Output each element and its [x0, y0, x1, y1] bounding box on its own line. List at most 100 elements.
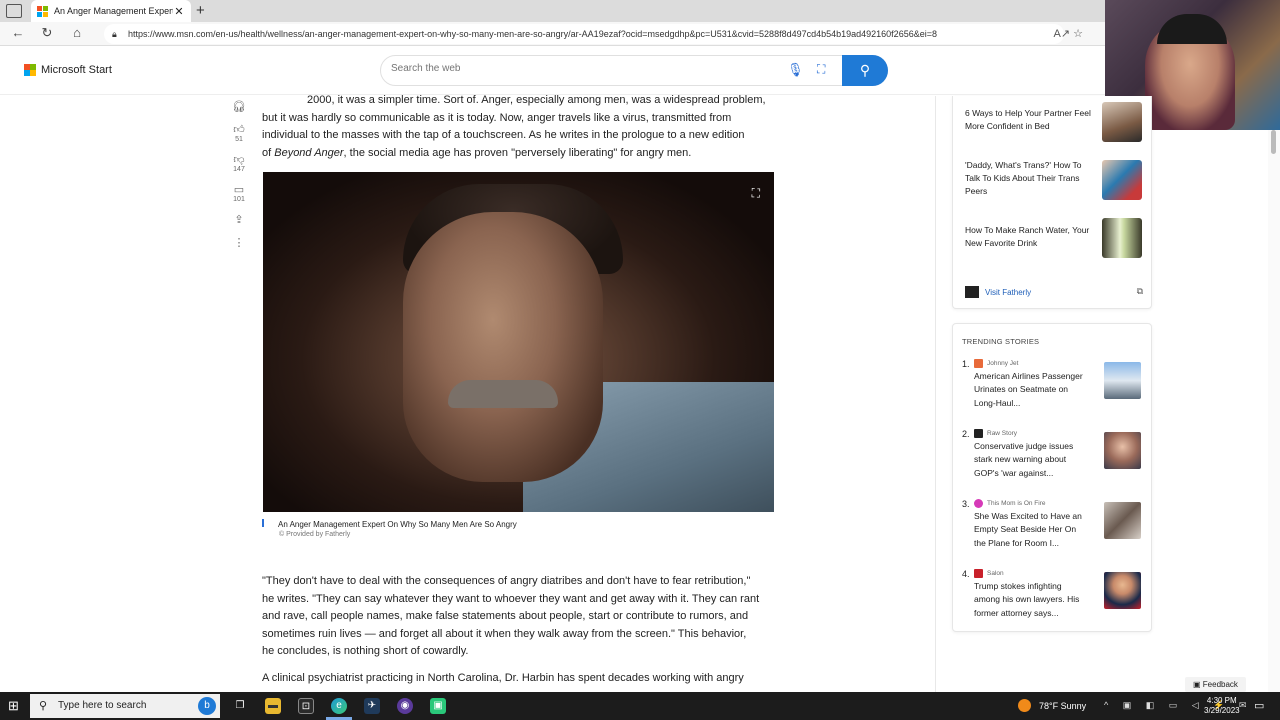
- promo-thumb-1[interactable]: [1102, 102, 1142, 142]
- para1-line3: individual to the masses with the tap of…: [262, 129, 745, 141]
- promo-thumb-3[interactable]: [1102, 218, 1142, 258]
- dislike-button[interactable]: 👎︎ 147: [225, 153, 253, 173]
- tab-title: An Anger Management Expert O: [54, 6, 173, 16]
- publisher-promo-card: 6 Ways to Help Your Partner Feel More Co…: [952, 96, 1152, 309]
- trending-story-2[interactable]: 2. Raw Story Conservative judge issues s…: [962, 429, 1147, 489]
- search-icon: ⚲: [39, 700, 48, 712]
- steam-icon[interactable]: ✈: [364, 698, 380, 714]
- trending-story-4[interactable]: 4. Salon Trump stokes infighting among h…: [962, 569, 1147, 629]
- para1-line4: of Beyond Anger, the social media age ha…: [262, 146, 692, 159]
- visit-publisher-link[interactable]: Visit Fatherly: [965, 286, 1031, 298]
- story-source: This Mom is On Fire: [974, 499, 1046, 508]
- microphone-icon[interactable]: 🎙︎: [787, 62, 804, 78]
- article-action-rail: 🎧︎ 👍︎ 51 👎︎ 147 ▭ 101 ⇪ ⋮: [225, 100, 253, 295]
- story-thumbnail: [1104, 572, 1141, 609]
- comment-count: 101: [233, 196, 245, 203]
- taskbar-search-box[interactable]: ⚲ Type here to search b: [30, 694, 220, 718]
- story-source: Salon: [974, 569, 1004, 578]
- story-headline: American Airlines Passenger Urinates on …: [974, 371, 1083, 408]
- fullscreen-icon[interactable]: ⛶: [752, 186, 760, 201]
- weather-widget[interactable]: 78°F Sunny: [1018, 699, 1086, 712]
- taskbar-search-text: Type here to search: [58, 700, 147, 711]
- trending-story-1[interactable]: 1. Johnny Jet American Airlines Passenge…: [962, 359, 1147, 419]
- external-link-icon[interactable]: ⧉: [1137, 286, 1143, 297]
- sidebar-divider: [935, 96, 936, 692]
- story-thumbnail: [1104, 432, 1141, 469]
- comment-icon: ▭: [233, 184, 245, 196]
- scrollbar-thumb[interactable]: [1271, 130, 1276, 154]
- obs-icon[interactable]: ◉: [397, 698, 413, 714]
- read-aloud-icon[interactable]: A↗ ☆: [1054, 27, 1083, 40]
- task-view-icon[interactable]: ❐: [232, 698, 248, 714]
- msn-header: Microsoft Start 🎙︎ ⛶ ⚲: [0, 47, 1105, 95]
- microsoft-logo-icon: [24, 64, 36, 76]
- promo-link-2[interactable]: 'Daddy, What's Trans?' How To Talk To Ki…: [965, 159, 1095, 198]
- feedback-button[interactable]: ▣ Feedback: [1185, 677, 1246, 692]
- windows-taskbar: ⊞ ⚲ Type here to search b ❐ ▬ ⊡ e ✈ ◉ ▣ …: [0, 692, 1280, 720]
- story-source: Johnny Jet: [974, 359, 1018, 368]
- article-image[interactable]: ⛶: [263, 172, 774, 512]
- article-paragraph-1: 2000, it was a simpler time. Sort of. An…: [262, 92, 777, 162]
- clock-time: 4:30 PM: [1206, 696, 1237, 705]
- browser-toolbar: ← ↻ ⌂ 🔒︎ https://www.msn.com/en-us/healt…: [0, 22, 1105, 46]
- story-number: 1.: [962, 359, 970, 369]
- para2-line4: sometimes ruin lives — and forget all ab…: [262, 627, 747, 640]
- search-button[interactable]: ⚲: [842, 55, 888, 86]
- trending-stories-card: TRENDING STORIES 1. Johnny Jet American …: [952, 323, 1152, 632]
- share-button[interactable]: ⇪: [225, 213, 253, 226]
- edge-browser-icon[interactable]: e: [331, 698, 347, 714]
- store-icon[interactable]: ⊡: [298, 698, 314, 714]
- story-source: Raw Story: [974, 429, 1017, 438]
- windows-start-icon[interactable]: ⊞: [8, 698, 19, 714]
- address-bar[interactable]: 🔒︎ https://www.msn.com/en-us/health/well…: [104, 24, 1064, 44]
- para2-line3: and rave, call people names, make false …: [262, 610, 749, 622]
- screen: An Anger Management Expert O ✕ + ← ↻ ⌂ 🔒…: [0, 0, 1280, 720]
- window-menu-icon[interactable]: [6, 4, 22, 18]
- refresh-icon[interactable]: ↻: [38, 25, 56, 41]
- file-explorer-icon[interactable]: ▬: [265, 698, 281, 714]
- read-aloud-button[interactable]: 🎧︎: [225, 100, 253, 113]
- story-thumbnail: [1104, 502, 1141, 539]
- search-input[interactable]: [391, 63, 771, 74]
- para2-line1: "They don't have to deal with the conseq…: [262, 575, 751, 587]
- thumbs-up-icon: 👍︎: [233, 124, 245, 136]
- like-button[interactable]: 👍︎ 51: [225, 123, 253, 143]
- browser-tab-active[interactable]: An Anger Management Expert O ✕: [31, 0, 191, 22]
- tab-close-icon[interactable]: ✕: [173, 5, 185, 18]
- bing-icon[interactable]: b: [198, 697, 216, 715]
- source-logo-icon: [974, 569, 983, 578]
- microsoft-start-logo[interactable]: Microsoft Start: [24, 64, 112, 76]
- home-icon[interactable]: ⌂: [68, 25, 86, 40]
- chat-app-icon[interactable]: ▣: [430, 698, 446, 714]
- fatherly-logo-icon: [965, 286, 979, 298]
- story-number: 3.: [962, 499, 970, 509]
- comments-button[interactable]: ▭ 101: [225, 183, 253, 203]
- para2-line5: he concludes, is nothing short of coward…: [262, 645, 469, 657]
- url-text: https://www.msn.com/en-us/health/wellnes…: [128, 29, 937, 39]
- image-face-shape: [403, 212, 603, 482]
- back-arrow-icon[interactable]: ←: [9, 25, 27, 40]
- notifications-icon[interactable]: ▭: [1254, 699, 1264, 712]
- more-options-button[interactable]: ⋮: [225, 236, 253, 249]
- web-search-box: 🎙︎ ⛶ ⚲: [380, 55, 888, 86]
- article-paragraph-2: "They don't have to deal with the conseq…: [262, 573, 777, 661]
- new-tab-button[interactable]: +: [196, 2, 205, 19]
- sun-icon: [1018, 699, 1031, 712]
- story-headline: Conservative judge issues stark new warn…: [974, 441, 1074, 478]
- msn-favicon-icon: [37, 5, 48, 17]
- story-number: 4.: [962, 569, 970, 579]
- page-scrollbar[interactable]: [1268, 130, 1280, 692]
- story-headline: Trump stokes infighting among his own la…: [974, 581, 1080, 618]
- image-caption: An Anger Management Expert On Why So Man…: [278, 520, 517, 529]
- image-mustache-shape: [448, 380, 558, 408]
- para1-line2: but it was hardly so communicable as it …: [262, 111, 732, 124]
- trending-story-3[interactable]: 3. This Mom is On Fire She Was Excited t…: [962, 499, 1147, 559]
- promo-link-3[interactable]: How To Make Ranch Water, Your New Favori…: [965, 224, 1095, 250]
- promo-link-1[interactable]: 6 Ways to Help Your Partner Feel More Co…: [965, 107, 1095, 133]
- story-number: 2.: [962, 429, 970, 439]
- caption-marker: [262, 519, 264, 527]
- taskbar-clock[interactable]: 4:30 PM 3/29/2023: [1204, 696, 1240, 716]
- visual-search-icon[interactable]: ⛶: [817, 62, 825, 77]
- feedback-icon: ▣: [1193, 680, 1203, 689]
- promo-thumb-2[interactable]: [1102, 160, 1142, 200]
